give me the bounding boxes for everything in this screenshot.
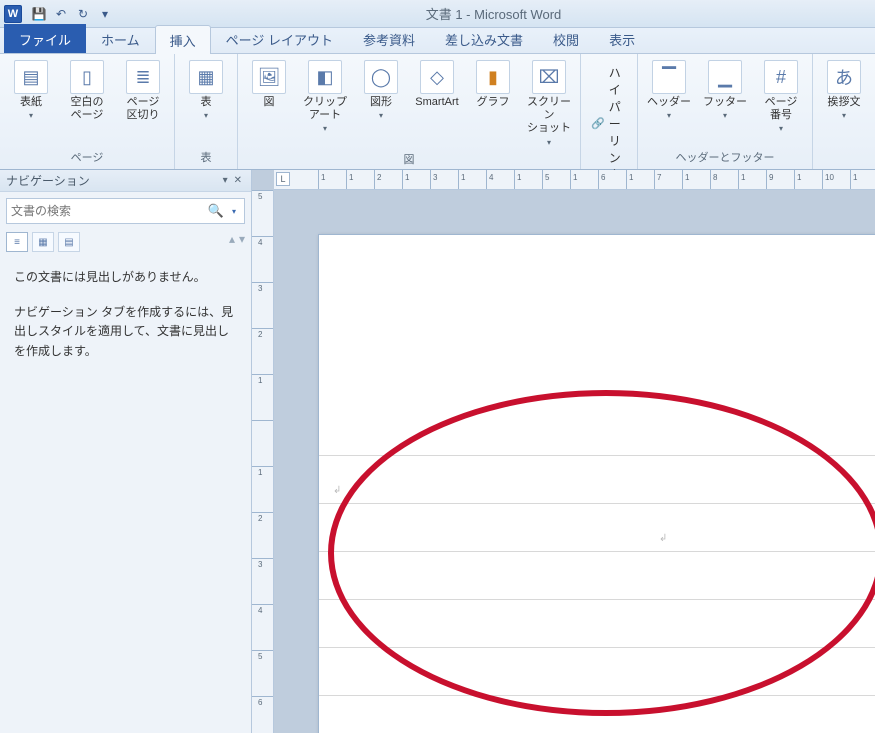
table-button[interactable]: ▦ 表 [181, 58, 231, 122]
tab-view[interactable]: 表示 [594, 24, 650, 53]
nav-collapse-icon[interactable]: ▴ [229, 232, 235, 252]
greeting-text-button[interactable]: あ 挨拶文 [819, 58, 869, 122]
undo-icon[interactable]: ↶ [51, 4, 71, 24]
cover-page-icon: ▤ [14, 60, 48, 94]
search-icon[interactable]: 🔍 [204, 203, 228, 219]
nav-tab-results[interactable]: ▤ [58, 232, 80, 252]
chart-icon: ▮ [476, 60, 510, 94]
main-area: ナビゲーション ▾ ✕ 🔍 ▾ ≡ ▦ ▤ ▴ ▾ この文書には見出しがありませ… [0, 170, 875, 733]
group-illustrations: 🖼 図 ◧ クリップ アート ◯ 図形 ◇ SmartArt ▮ グラフ ⌧ ス… [238, 54, 581, 169]
tab-mailings[interactable]: 差し込み文書 [430, 24, 538, 53]
nav-message-1: この文書には見出しがありません。 [14, 268, 237, 287]
picture-icon: 🖼 [252, 60, 286, 94]
group-label-header-footer: ヘッダーとフッター [644, 147, 806, 167]
ribbon-insert: ▤ 表紙 ▯ 空白の ページ ≣ ページ 区切り ページ ▦ 表 表 [0, 54, 875, 170]
hyperlink-label: ハイパーリンク [609, 64, 627, 183]
tab-selector[interactable]: L [276, 172, 290, 186]
tab-review[interactable]: 校閲 [538, 24, 594, 53]
redo-icon[interactable]: ↻ [73, 4, 93, 24]
smartart-button[interactable]: ◇ SmartArt [412, 58, 462, 111]
hyperlink-icon: 🔗 [591, 116, 605, 132]
nav-pane-header: ナビゲーション ▾ ✕ [0, 170, 251, 192]
group-tables: ▦ 表 表 [175, 54, 238, 169]
hyperlink-button[interactable]: 🔗 ハイパーリンク [587, 62, 631, 185]
page-number-button[interactable]: # ページ 番号 [756, 58, 806, 135]
nav-dropdown-icon[interactable]: ▾ [220, 175, 231, 186]
tab-home[interactable]: ホーム [86, 24, 155, 53]
tab-page-layout[interactable]: ページ レイアウト [211, 24, 348, 53]
footer-icon: ▁ [708, 60, 742, 94]
nav-message-2: ナビゲーション タブを作成するには、見出しスタイルを適用して、文書に見出しを作成… [14, 303, 237, 361]
table-icon: ▦ [189, 60, 223, 94]
tab-insert[interactable]: 挿入 [155, 25, 211, 54]
page-break-button[interactable]: ≣ ページ 区切り [118, 58, 168, 124]
nav-view-tabs: ≡ ▦ ▤ ▴ ▾ [0, 230, 251, 258]
tab-file[interactable]: ファイル [4, 24, 86, 53]
ribbon-tabs: ファイル ホーム 挿入 ページ レイアウト 参考資料 差し込み文書 校閲 表示 [0, 28, 875, 54]
word-app-icon: W [4, 5, 22, 23]
nav-tab-headings[interactable]: ≡ [6, 232, 28, 252]
nav-content: この文書には見出しがありません。 ナビゲーション タブを作成するには、見出しスタ… [0, 258, 251, 371]
nav-pane-title: ナビゲーション [6, 172, 90, 189]
paragraph-mark: ↲ [333, 485, 341, 496]
document-area: L 11213141516171819110111112113114115116… [252, 170, 875, 733]
shapes-button[interactable]: ◯ 図形 [356, 58, 406, 122]
page-number-icon: # [764, 60, 798, 94]
tab-references[interactable]: 参考資料 [348, 24, 430, 53]
group-header-footer: ▔ ヘッダー ▁ フッター # ページ 番号 ヘッダーとフッター [638, 54, 813, 169]
page-break-icon: ≣ [126, 60, 160, 94]
save-icon[interactable]: 💾 [29, 4, 49, 24]
screenshot-icon: ⌧ [532, 60, 566, 94]
greeting-icon: あ [827, 60, 861, 94]
group-label-tables: 表 [181, 147, 231, 167]
screenshot-button[interactable]: ⌧ スクリーン ショット [524, 58, 574, 149]
page-1[interactable]: ↲ ↲ [318, 234, 875, 733]
document-title: 文書 1 - Microsoft Word [426, 4, 562, 23]
document-scroll[interactable]: ↲ ↲ [274, 190, 875, 733]
smartart-icon: ◇ [420, 60, 454, 94]
vertical-ruler[interactable]: 54321123456 [252, 190, 274, 733]
clipart-button[interactable]: ◧ クリップ アート [300, 58, 350, 135]
picture-button[interactable]: 🖼 図 [244, 58, 294, 111]
chart-button[interactable]: ▮ グラフ [468, 58, 518, 111]
nav-search-box[interactable]: 🔍 ▾ [6, 198, 245, 224]
nav-tab-pages[interactable]: ▦ [32, 232, 54, 252]
header-button[interactable]: ▔ ヘッダー [644, 58, 694, 122]
nav-expand-icon[interactable]: ▾ [239, 232, 245, 252]
qat-customize-icon[interactable]: ▾ [95, 4, 115, 24]
group-label-illustrations: 図 [244, 149, 574, 169]
paragraph-mark: ↲ [659, 533, 667, 544]
blank-page-button[interactable]: ▯ 空白の ページ [62, 58, 112, 124]
group-pages: ▤ 表紙 ▯ 空白の ページ ≣ ページ 区切り ページ [0, 54, 175, 169]
blank-page-icon: ▯ [70, 60, 104, 94]
nav-close-icon[interactable]: ✕ [231, 175, 245, 186]
navigation-pane: ナビゲーション ▾ ✕ 🔍 ▾ ≡ ▦ ▤ ▴ ▾ この文書には見出しがありませ… [0, 170, 252, 733]
shapes-icon: ◯ [364, 60, 398, 94]
header-icon: ▔ [652, 60, 686, 94]
cover-page-button[interactable]: ▤ 表紙 [6, 58, 56, 122]
group-links: 🔗 ハイパーリンク 🔖 ブックマーク ↔ 相互参照 リンク [581, 54, 638, 169]
horizontal-ruler[interactable]: L 11213141516171819110111112113114115116… [274, 170, 875, 190]
footer-button[interactable]: ▁ フッター [700, 58, 750, 122]
group-label-pages: ページ [6, 147, 168, 167]
search-dropdown-icon[interactable]: ▾ [228, 207, 240, 216]
clipart-icon: ◧ [308, 60, 342, 94]
group-text: あ 挨拶文 [813, 54, 875, 169]
nav-search-input[interactable] [11, 204, 204, 218]
